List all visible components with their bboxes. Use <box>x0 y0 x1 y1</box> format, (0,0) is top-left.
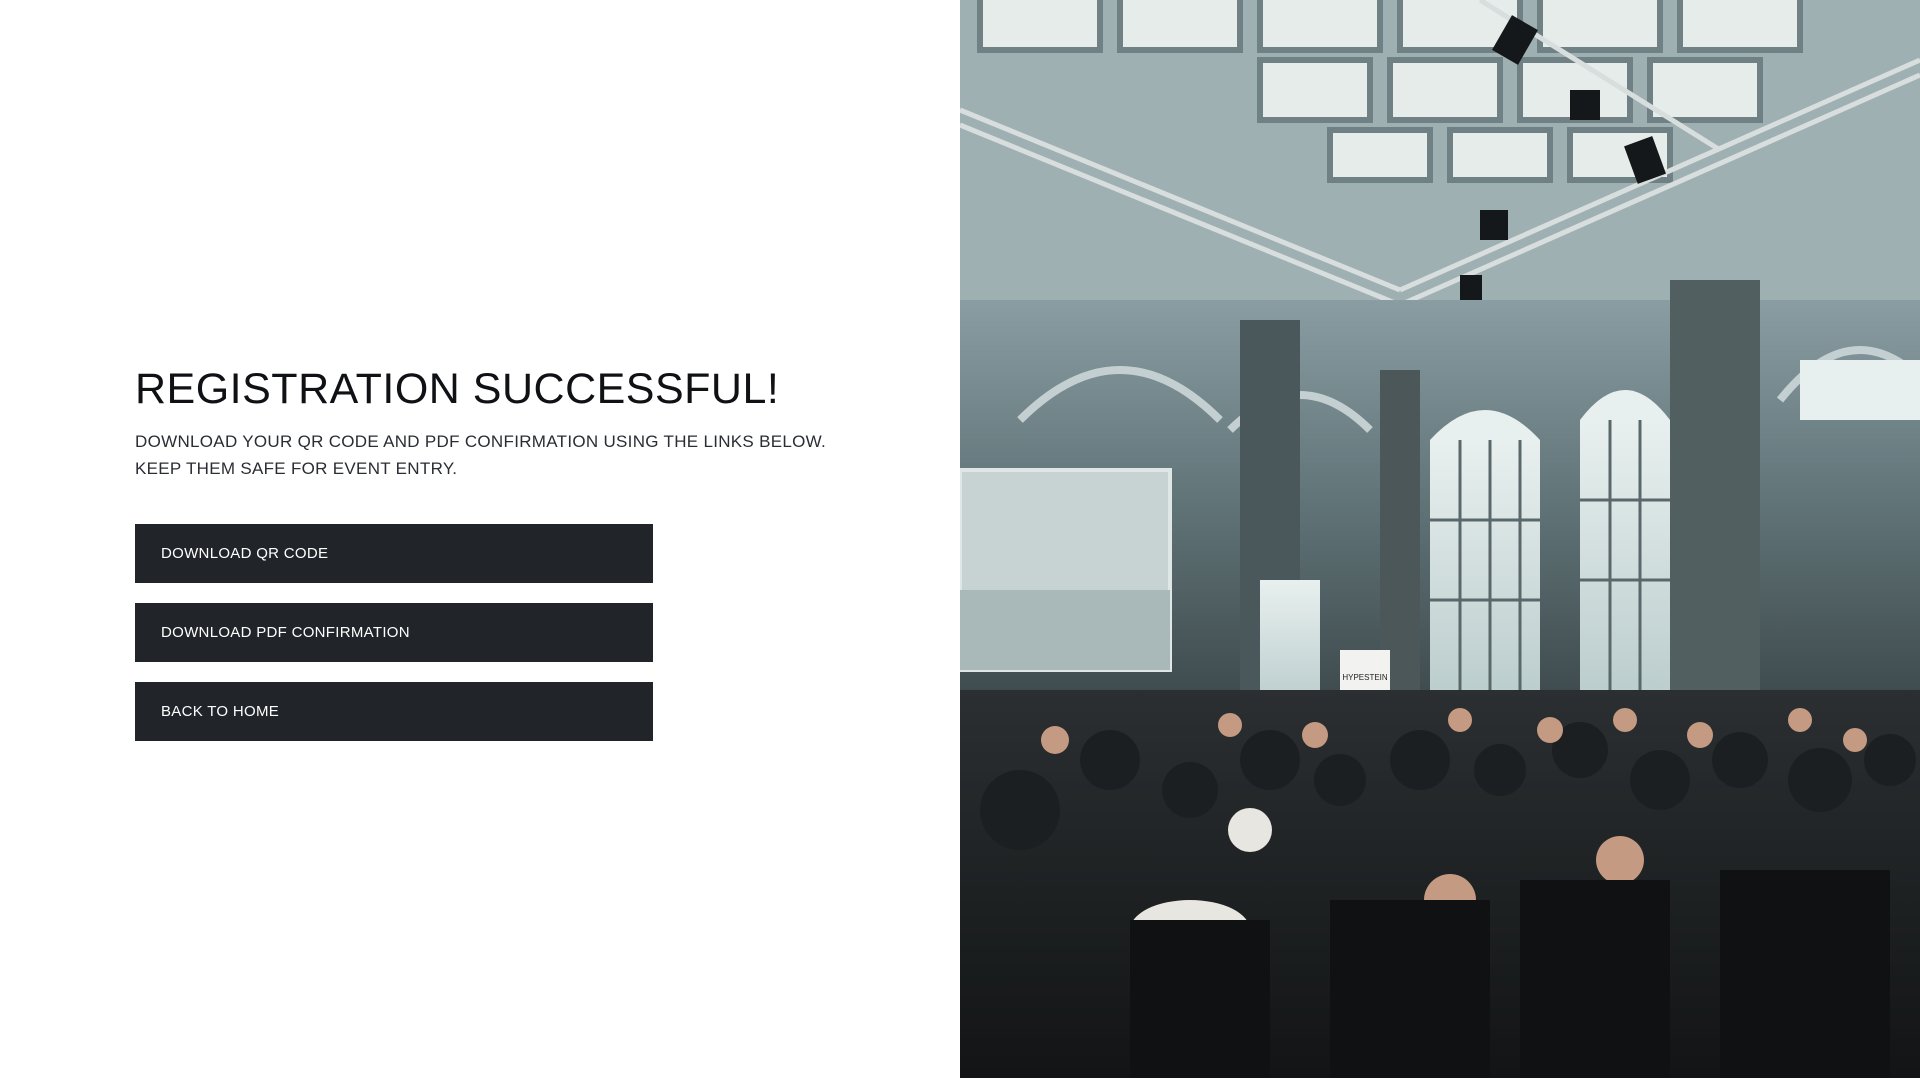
event-crowd-photo: HYPESTEIN <box>960 0 1920 1078</box>
download-qr-code-button[interactable]: DOWNLOAD QR CODE <box>135 524 653 583</box>
back-to-home-button[interactable]: BACK TO HOME <box>135 682 653 741</box>
message-line-2: KEEP THEM SAFE FOR EVENT ENTRY. <box>135 459 458 478</box>
content-panel: REGISTRATION SUCCESSFUL! DOWNLOAD YOUR Q… <box>0 0 960 1080</box>
action-buttons: DOWNLOAD QR CODE DOWNLOAD PDF CONFIRMATI… <box>135 524 895 741</box>
download-pdf-confirmation-button[interactable]: DOWNLOAD PDF CONFIRMATION <box>135 603 653 662</box>
message-line-1: DOWNLOAD YOUR QR CODE AND PDF CONFIRMATI… <box>135 432 827 451</box>
confirmation-message: DOWNLOAD YOUR QR CODE AND PDF CONFIRMATI… <box>135 428 895 482</box>
banner-text: HYPESTEIN <box>1342 673 1388 682</box>
page-title: REGISTRATION SUCCESSFUL! <box>135 365 780 413</box>
confirmation-content: REGISTRATION SUCCESSFUL! DOWNLOAD YOUR Q… <box>135 366 895 741</box>
hero-image: HYPESTEIN <box>960 0 1920 1078</box>
page: REGISTRATION SUCCESSFUL! DOWNLOAD YOUR Q… <box>0 0 1920 1080</box>
